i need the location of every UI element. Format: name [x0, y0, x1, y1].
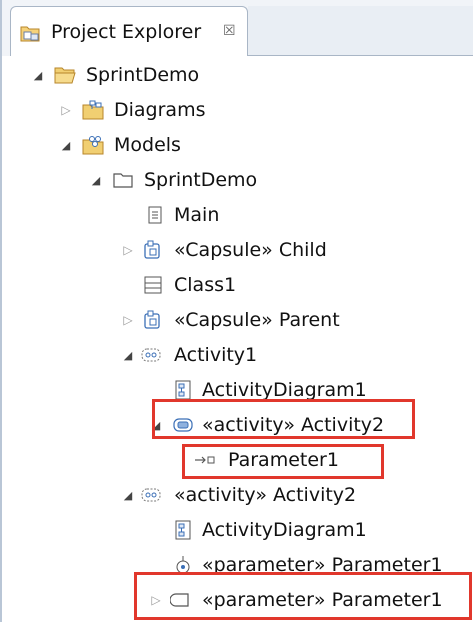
expand-toggle-icon[interactable]: ▷	[120, 233, 136, 267]
expand-toggle-icon[interactable]: ◢	[120, 338, 136, 372]
capsule-icon	[142, 310, 164, 330]
tree-node-label: Parameter1	[228, 449, 339, 471]
tree-node-label: SprintDemo	[86, 64, 200, 86]
tree-node-sprintdemo-project[interactable]: ◢ SprintDemo	[30, 58, 230, 92]
close-view-icon[interactable]: ☒	[223, 21, 236, 41]
tree-node-activitydiagram1[interactable]: ActivityDiagram1	[152, 513, 392, 547]
parameter-node-icon	[172, 555, 194, 575]
tree-node-label: SprintDemo	[144, 169, 258, 191]
tree-node-label: «Capsule» Child	[174, 239, 327, 261]
tree-node-activity1[interactable]: ◢ Activity1	[120, 338, 320, 372]
header-fill	[248, 6, 473, 56]
diagram-page-icon	[144, 205, 166, 225]
parameter-icon	[169, 590, 192, 610]
expand-toggle-icon[interactable]: ▷	[120, 303, 136, 337]
project-explorer-icon	[19, 23, 43, 43]
tree-node-capsule-parent[interactable]: ▷ «Capsule» Parent	[120, 303, 370, 337]
tree-node-class1[interactable]: Class1	[120, 268, 320, 302]
tree-node-models[interactable]: ◢ Models	[58, 128, 258, 162]
expand-toggle-icon[interactable]: ◢	[58, 128, 74, 162]
tree-node-main[interactable]: Main	[120, 198, 320, 232]
tab-project-explorer[interactable]: Project Explorer ☒	[10, 6, 248, 56]
tree-node-label: ActivityDiagram1	[202, 379, 367, 401]
tree-node-diagrams[interactable]: ▷ Diagrams	[58, 93, 258, 127]
project-explorer-panel: Project Explorer ☒ ◢ SprintDemo ▷ Diagra…	[0, 0, 473, 622]
tree-node-label: «parameter» Parameter1	[202, 589, 443, 611]
expand-toggle-icon[interactable]: ◢	[88, 163, 104, 197]
tree-node-label: Models	[114, 134, 181, 156]
tree-node-parameter-item[interactable]: ▷ «parameter» Parameter1	[148, 583, 464, 617]
activity-diagram-icon	[172, 520, 194, 540]
tree-node-activity2[interactable]: ◢ «activity» Activity2	[120, 478, 400, 512]
tree-node-label: «activity» Activity2	[174, 484, 357, 506]
parameter-pin-icon	[194, 450, 216, 470]
view-title: Project Explorer	[51, 21, 202, 43]
expand-toggle-icon[interactable]: ◢	[30, 58, 46, 92]
tree-node-label: «parameter» Parameter1	[202, 554, 443, 576]
activity-diagram-icon	[172, 380, 194, 400]
tree-node-label: Class1	[174, 274, 237, 296]
tree-node-sprintdemo-package[interactable]: ◢ SprintDemo	[88, 163, 308, 197]
activity-icon	[140, 345, 162, 365]
diagrams-folder-icon	[82, 100, 104, 120]
expand-toggle-icon[interactable]: ▷	[58, 93, 74, 127]
activity-node-icon	[172, 415, 194, 435]
open-folder-icon	[54, 65, 76, 85]
project-tree: ◢ SprintDemo ▷ Diagrams ◢ Models ◢ Sprin…	[2, 56, 473, 622]
tree-node-parameter1-nested[interactable]: Parameter1	[186, 443, 366, 477]
tree-node-label: Activity1	[174, 344, 258, 366]
expand-toggle-icon[interactable]: ▷	[148, 583, 164, 617]
activity-icon	[140, 485, 162, 505]
package-icon	[112, 170, 134, 190]
tree-node-capsule-child[interactable]: ▷ «Capsule» Child	[120, 233, 360, 267]
expand-toggle-icon[interactable]: ◢	[148, 408, 164, 442]
models-folder-icon	[82, 135, 104, 155]
tree-node-label: ActivityDiagram1	[202, 519, 367, 541]
tree-node-parameter-node[interactable]: «parameter» Parameter1	[152, 548, 462, 582]
capsule-icon	[142, 240, 164, 260]
tree-node-label: «Capsule» Parent	[174, 309, 340, 331]
view-header: Project Explorer ☒	[2, 0, 473, 56]
tree-node-label: «activity» Activity2	[202, 414, 385, 436]
tree-node-activity2-nested[interactable]: ◢ «activity» Activity2	[152, 408, 412, 442]
class-icon	[142, 275, 164, 295]
tree-node-label: Main	[174, 204, 220, 226]
expand-toggle-icon[interactable]: ◢	[120, 478, 136, 512]
tree-node-label: Diagrams	[114, 99, 206, 121]
tree-node-activitydiagram1[interactable]: ActivityDiagram1	[152, 373, 392, 407]
